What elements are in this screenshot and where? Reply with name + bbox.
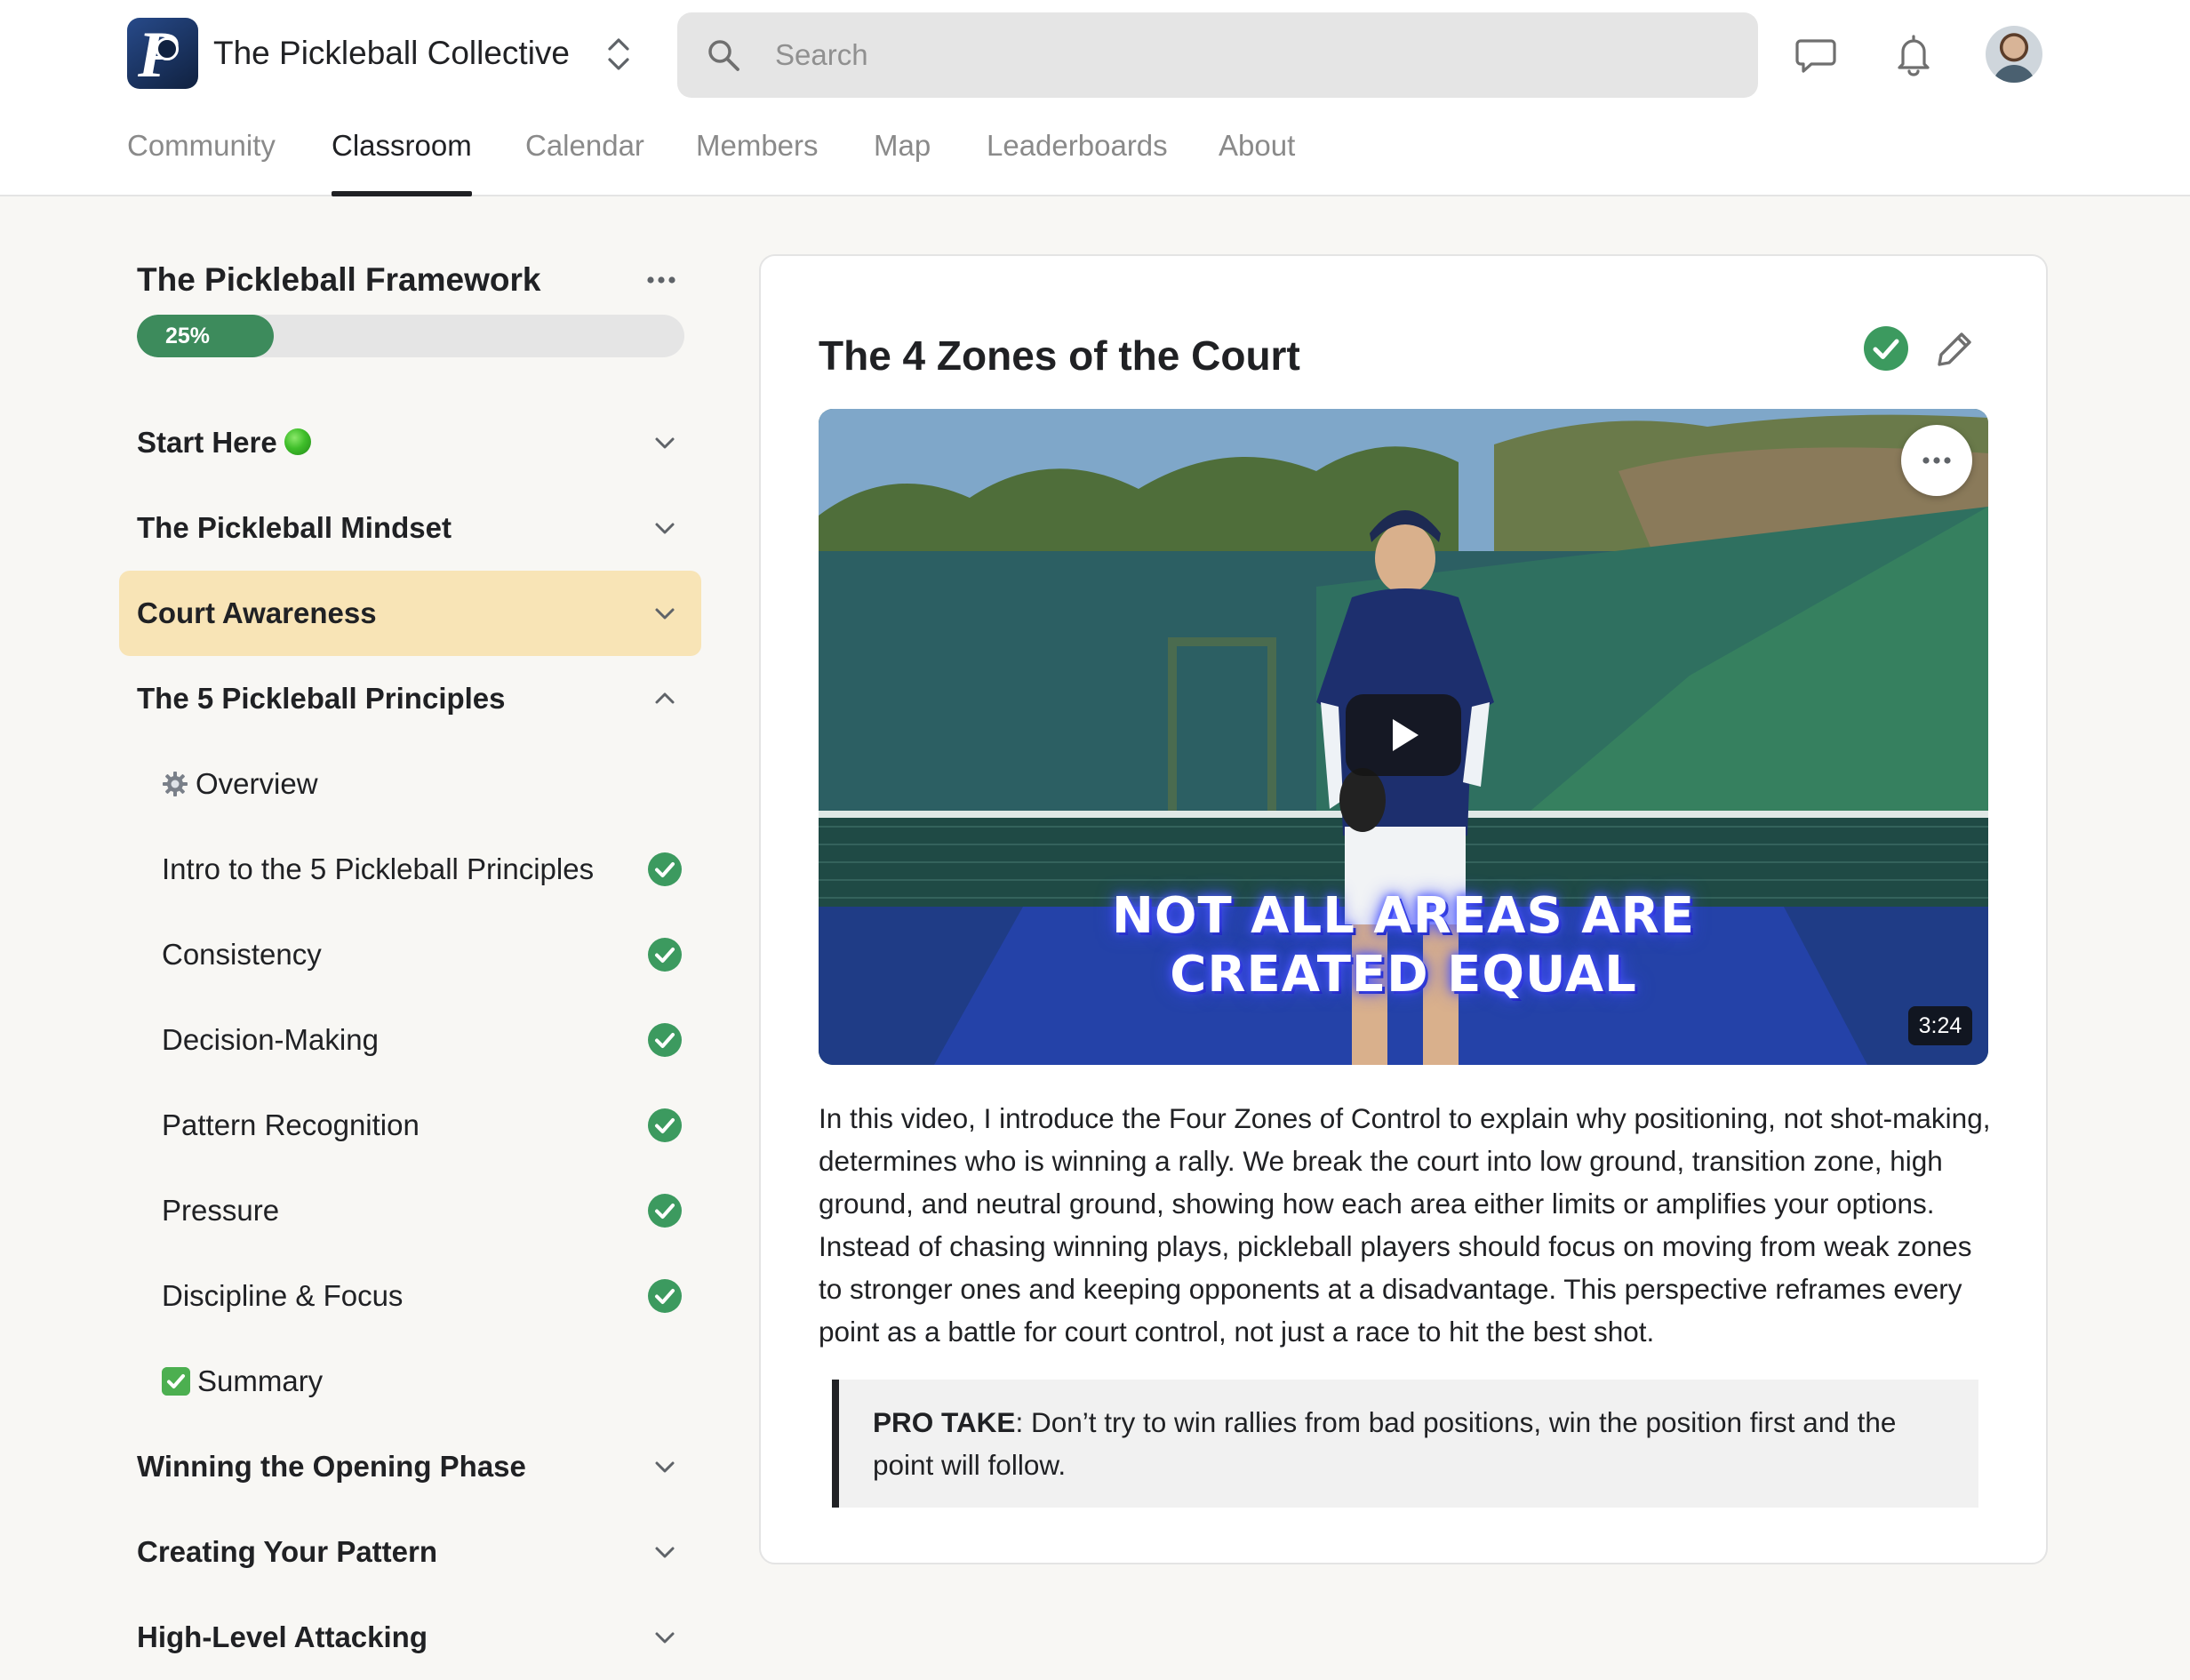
lesson-label: Summary [162, 1360, 323, 1403]
video-player[interactable]: NOT ALL AREAS ARE CREATED EQUAL 3:24 [819, 409, 1988, 1065]
more-options-icon[interactable] [643, 267, 679, 293]
module-label: Start Here [137, 421, 311, 464]
module-opening-phase[interactable]: Winning the Opening Phase [119, 1424, 701, 1509]
video-duration: 3:24 [1908, 1006, 1972, 1045]
user-avatar[interactable] [1986, 26, 2042, 83]
lesson-label: Pattern Recognition [162, 1108, 420, 1141]
lesson-overview[interactable]: Overview [119, 741, 701, 827]
chevron-down-icon [655, 1547, 675, 1558]
completed-check-icon [648, 852, 682, 886]
gear-icon [163, 772, 188, 796]
group-logo[interactable]: P [127, 18, 198, 89]
lesson-title: The 4 Zones of the Court [819, 332, 1300, 379]
tab-map[interactable]: Map [874, 124, 931, 196]
module-label: The 5 Pickleball Principles [137, 682, 506, 715]
more-options-icon [1922, 457, 1951, 464]
chat-icon[interactable] [1794, 32, 1838, 76]
check-box-icon [162, 1367, 190, 1396]
chevron-down-icon [655, 1632, 675, 1644]
lesson-label: Consistency [162, 938, 322, 971]
chevron-down-icon [655, 1461, 675, 1473]
module-label: Creating Your Pattern [137, 1535, 438, 1568]
module-label: High-Level Attacking [137, 1620, 428, 1653]
completed-check-icon [648, 1108, 682, 1142]
overlay-line-2: CREATED EQUAL [1170, 946, 1637, 1004]
lesson-pattern-recognition[interactable]: Pattern Recognition [119, 1083, 701, 1168]
tab-community[interactable]: Community [127, 124, 276, 196]
play-button[interactable] [1346, 694, 1461, 776]
search-input[interactable] [775, 32, 1717, 78]
chevron-down-icon [655, 437, 675, 449]
pro-take-callout: PRO TAKE: Don’t try to win rallies from … [832, 1380, 1978, 1508]
lesson-label: Decision-Making [162, 1023, 379, 1056]
module-pickleball-mindset[interactable]: The Pickleball Mindset [119, 485, 701, 571]
module-creating-pattern[interactable]: Creating Your Pattern [119, 1509, 701, 1595]
logo-ball [156, 37, 179, 60]
overlay-line-1: NOT ALL AREAS ARE [1112, 887, 1695, 945]
lesson-pressure[interactable]: Pressure [119, 1168, 701, 1253]
group-switcher-icon[interactable] [603, 34, 635, 75]
green-circle-icon [284, 428, 311, 455]
chevron-up-icon [655, 692, 675, 704]
group-name[interactable]: The Pickleball Collective [213, 32, 570, 75]
tab-about[interactable]: About [1219, 124, 1295, 196]
tab-calendar[interactable]: Calendar [525, 124, 644, 196]
video-overlay-caption: NOT ALL AREAS ARE CREATED EQUAL [819, 887, 1988, 1004]
module-label: Court Awareness [137, 596, 377, 629]
video-more-button[interactable] [1901, 425, 1972, 496]
top-header: P The Pickleball Collective Community Cl… [0, 0, 2190, 196]
search-icon [708, 40, 739, 71]
play-icon [1393, 719, 1419, 751]
bell-icon[interactable] [1891, 32, 1936, 76]
tab-leaderboards[interactable]: Leaderboards [987, 124, 1168, 196]
lesson-label: Discipline & Focus [162, 1279, 404, 1312]
module-label: Winning the Opening Phase [137, 1450, 526, 1483]
lesson-consistency[interactable]: Consistency [119, 912, 701, 997]
pro-take-label: PRO TAKE [873, 1406, 1016, 1438]
module-start-here[interactable]: Start Here [119, 400, 701, 485]
lesson-discipline-focus[interactable]: Discipline & Focus [119, 1253, 701, 1339]
edit-pencil-icon[interactable] [1934, 327, 1977, 370]
search-bar[interactable] [677, 12, 1758, 98]
completed-check-icon [648, 938, 682, 972]
pro-take-text: PRO TAKE: Don’t try to win rallies from … [873, 1406, 1897, 1481]
progress-label: 25% [165, 324, 211, 348]
lesson-summary[interactable]: Summary [119, 1339, 701, 1424]
chevron-down-icon [655, 523, 675, 534]
completed-check-icon [648, 1279, 682, 1313]
lesson-decision-making[interactable]: Decision-Making [119, 997, 701, 1083]
tab-classroom[interactable]: Classroom [332, 124, 472, 196]
lesson-card: The 4 Zones of the Court NOT ALL AREAS A… [759, 254, 2048, 1564]
module-label: The Pickleball Mindset [137, 511, 452, 544]
module-5-principles[interactable]: The 5 Pickleball Principles [119, 656, 701, 741]
completed-check-icon [648, 1194, 682, 1228]
lesson-description: In this video, I introduce the Four Zone… [819, 1102, 1991, 1348]
avatar-shirt [1993, 65, 2035, 83]
course-progress-bar: 25% [137, 315, 684, 357]
lesson-label: Pressure [162, 1194, 280, 1227]
chevron-down-icon [655, 608, 675, 620]
lesson-intro[interactable]: Intro to the 5 Pickleball Principles [119, 827, 701, 912]
completed-check-icon [648, 1023, 682, 1057]
module-court-awareness[interactable]: Court Awareness [119, 571, 701, 656]
course-title: The Pickleball Framework [137, 261, 541, 298]
lesson-label: Overview [162, 763, 318, 805]
lesson-label: Intro to the 5 Pickleball Principles [162, 852, 595, 885]
tab-members[interactable]: Members [696, 124, 819, 196]
mark-complete-icon[interactable] [1863, 325, 1909, 372]
